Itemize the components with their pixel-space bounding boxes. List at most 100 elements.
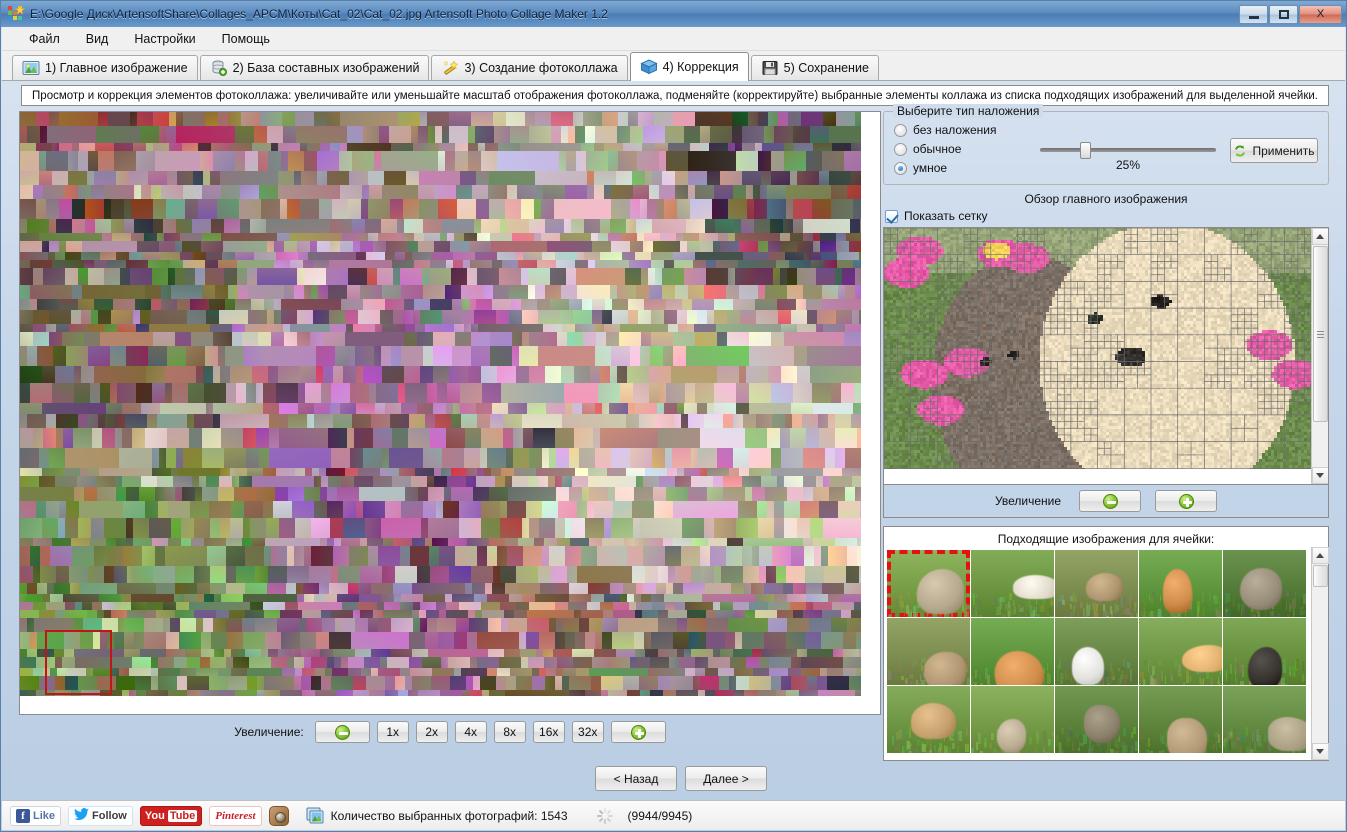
mosaic-tile[interactable] — [675, 171, 688, 185]
mosaic-tile[interactable] — [267, 583, 286, 594]
mosaic-tile[interactable] — [687, 241, 700, 252]
collage-zoom-in-button[interactable] — [611, 721, 666, 743]
mosaic-tile[interactable] — [713, 602, 720, 610]
mosaic-tile[interactable] — [594, 171, 616, 185]
collage-zoom-8x-button[interactable]: 8x — [494, 721, 526, 743]
mosaic-tile[interactable] — [384, 171, 406, 185]
mosaic-tile[interactable] — [183, 112, 205, 126]
mosaic-tile[interactable] — [694, 324, 716, 332]
mosaic-tile[interactable] — [739, 285, 758, 299]
mosaic-tile[interactable] — [123, 546, 142, 566]
mosaic-tile[interactable] — [693, 260, 706, 268]
mosaic-tile[interactable] — [20, 566, 33, 583]
mosaic-tile[interactable] — [823, 324, 845, 332]
mosaic-tile[interactable] — [235, 690, 257, 696]
mosaic-tile[interactable] — [493, 566, 500, 583]
mosaic-tile[interactable] — [137, 112, 153, 126]
menu-item-file[interactable]: Файл — [18, 29, 71, 49]
mosaic-tile[interactable] — [352, 151, 374, 171]
mosaic-tile[interactable] — [726, 546, 742, 566]
mosaic-tile[interactable] — [859, 252, 861, 260]
mosaic-tile[interactable] — [626, 468, 645, 476]
mosaic-tile[interactable] — [78, 518, 91, 538]
mosaic-tile[interactable] — [506, 676, 516, 690]
mosaic-tile[interactable] — [744, 583, 751, 594]
mosaic-tile[interactable] — [194, 610, 216, 618]
mosaic-tile[interactable] — [129, 252, 142, 260]
mosaic-tile[interactable] — [152, 538, 168, 546]
mosaic-tile[interactable] — [628, 112, 638, 126]
mosaic-tile[interactable] — [683, 233, 699, 241]
mosaic-tile[interactable] — [797, 324, 816, 332]
mosaic-tile[interactable] — [20, 657, 36, 668]
mosaic-tile[interactable] — [36, 112, 49, 126]
mosaic-tile[interactable] — [116, 252, 129, 260]
mosaic-tile[interactable] — [307, 414, 314, 428]
mosaic-tile[interactable] — [714, 566, 721, 583]
mosaic-tile[interactable] — [555, 252, 577, 260]
overlay-option-none[interactable]: без наложения — [894, 121, 1318, 139]
mosaic-tile[interactable] — [697, 403, 707, 414]
mosaic-tile[interactable] — [847, 618, 861, 632]
mosaic-tile[interactable] — [611, 346, 630, 366]
mosaic-tile[interactable] — [651, 252, 673, 260]
mosaic-tile[interactable] — [180, 618, 196, 632]
mosaic-tile[interactable] — [643, 476, 659, 487]
mosaic-tile[interactable] — [556, 487, 569, 501]
mosaic-tile[interactable] — [365, 219, 381, 233]
mosaic-tile[interactable] — [519, 632, 526, 649]
mosaic-tile[interactable] — [797, 518, 810, 538]
mosaic-tile[interactable] — [733, 299, 755, 310]
mosaic-tile[interactable] — [851, 610, 861, 618]
mosaic-tile[interactable] — [420, 618, 427, 632]
mosaic-tile[interactable] — [538, 310, 560, 324]
mosaic-tile[interactable] — [20, 594, 27, 602]
mosaic-tile[interactable] — [648, 268, 655, 285]
mosaic-tile[interactable] — [589, 618, 602, 632]
mosaic-tile[interactable] — [841, 594, 861, 602]
mosaic-tile[interactable] — [835, 268, 842, 285]
mosaic-tile[interactable] — [304, 487, 320, 501]
mosaic-tile[interactable] — [640, 199, 647, 219]
mosaic-tile[interactable] — [610, 583, 623, 594]
mosaic-tile[interactable] — [539, 518, 555, 538]
mosaic-tile[interactable] — [202, 448, 224, 468]
mosaic-tile[interactable] — [556, 618, 563, 632]
mosaic-tile[interactable] — [233, 657, 249, 668]
mosaic-tile[interactable] — [124, 649, 140, 657]
mosaic-tile[interactable] — [545, 219, 564, 233]
mosaic-tile[interactable] — [522, 310, 538, 324]
mosaic-tile[interactable] — [267, 241, 274, 252]
mosaic-tile[interactable] — [788, 112, 801, 126]
mosaic-tile[interactable] — [841, 383, 854, 403]
mosaic-tile[interactable] — [635, 252, 651, 260]
mosaic-tile[interactable] — [295, 668, 302, 676]
mosaic-tile[interactable] — [196, 366, 203, 383]
mosaic-tile[interactable] — [452, 299, 462, 310]
mosaic-tile[interactable] — [139, 487, 155, 501]
mosaic-tile[interactable] — [125, 618, 144, 632]
mosaic-tile[interactable] — [159, 126, 166, 143]
mosaic-tile[interactable] — [570, 538, 589, 546]
mosaic-tile[interactable] — [774, 594, 787, 602]
mosaic-tile[interactable] — [828, 414, 835, 428]
mosaic-tile[interactable] — [765, 487, 787, 501]
mosaic-tile[interactable] — [450, 676, 466, 690]
mosaic-tile[interactable] — [522, 332, 529, 346]
mosaic-tile[interactable] — [278, 649, 291, 657]
mosaic-tile[interactable] — [348, 268, 367, 285]
mosaic-tile[interactable] — [674, 260, 693, 268]
mosaic-tile[interactable] — [664, 310, 677, 324]
mosaic-tile[interactable] — [27, 126, 40, 143]
mosaic-tile[interactable] — [762, 143, 784, 151]
mosaic-tile[interactable] — [94, 299, 113, 310]
mosaic-tile[interactable] — [65, 610, 87, 618]
mosaic-tile[interactable] — [582, 299, 592, 310]
mosaic-tile[interactable] — [283, 126, 296, 143]
mosaic-tile[interactable] — [434, 185, 456, 199]
mosaic-tile[interactable] — [332, 199, 348, 219]
mosaic-tile[interactable] — [496, 310, 509, 324]
mosaic-tile[interactable] — [447, 476, 466, 487]
mosaic-tile[interactable] — [367, 268, 377, 285]
mosaic-tile[interactable] — [52, 171, 68, 185]
